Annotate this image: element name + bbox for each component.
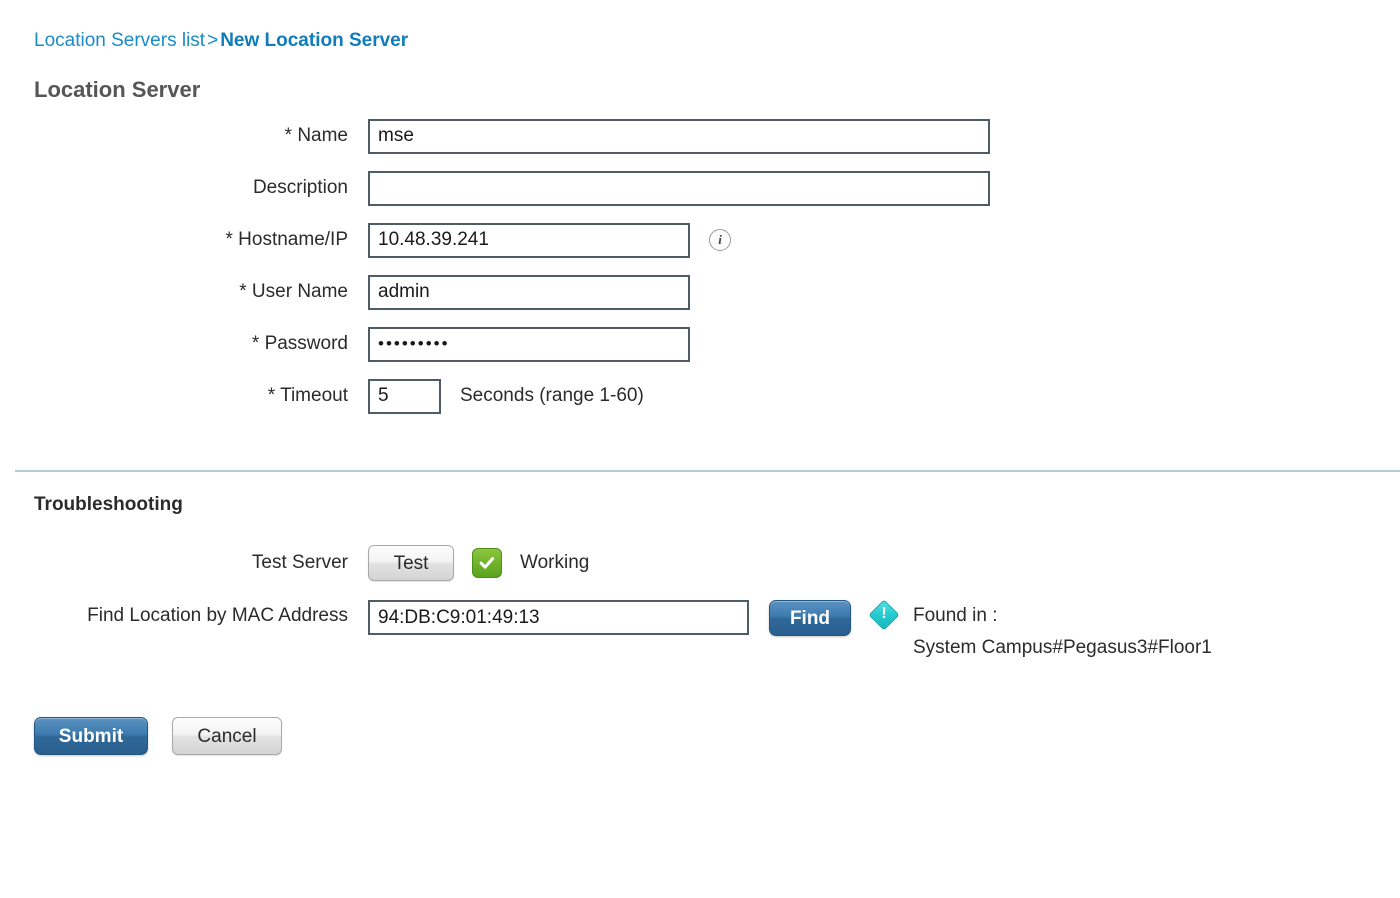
form-row-timeout: * Timeout Seconds (range 1-60) [0, 370, 1400, 422]
troubleshooting-title: Troubleshooting [34, 494, 183, 515]
find-location-result-line-2: System Campus#Pegasus3#Floor1 [913, 637, 1212, 658]
form-row-name: * Name [0, 110, 1400, 162]
form-row-user-name: * User Name [0, 266, 1400, 318]
password-input[interactable] [368, 326, 690, 362]
label-password: * Password [251, 333, 348, 354]
hostname-ip-input[interactable] [368, 222, 690, 258]
form-row-description: Description [0, 162, 1400, 214]
location-server-form: * Name Description * Hostname/IP i * Use… [0, 110, 1400, 422]
label-test-server: Test Server [251, 552, 348, 573]
location-server-page: Location Servers list > New Location Serve… [0, 0, 1400, 898]
form-row-password: * Password [0, 318, 1400, 370]
find-location-row: Find Location by MAC Address Find ! Foun… [0, 599, 1400, 664]
name-input[interactable] [368, 118, 990, 154]
section-divider [15, 470, 1400, 472]
breadcrumb-separator: > [207, 30, 219, 51]
breadcrumb-link-location-servers-list[interactable]: Location Servers list [34, 30, 205, 51]
find-location-result-line-1: Found in : [913, 605, 998, 626]
timeout-range-hint: Seconds (range 1-60) [460, 385, 644, 406]
label-timeout: * Timeout [267, 385, 348, 406]
test-button[interactable]: Test [368, 545, 454, 581]
info-icon[interactable]: i [709, 229, 731, 251]
user-name-input[interactable] [368, 274, 690, 310]
label-find-location-by-mac: Find Location by MAC Address [87, 605, 348, 626]
breadcrumb: Location Servers list > New Location Serve… [34, 29, 408, 53]
submit-button[interactable]: Submit [34, 717, 148, 755]
test-server-status-text: Working [520, 552, 590, 573]
form-row-hostname-ip: * Hostname/IP i [0, 214, 1400, 266]
label-name: * Name [284, 125, 348, 146]
cyan-info-diamond-icon: ! [868, 599, 900, 631]
find-button[interactable]: Find [769, 600, 851, 636]
label-hostname-ip: * Hostname/IP [225, 229, 349, 250]
find-location-result: Found in : System Campus#Pegasus3#Floor1 [913, 600, 1212, 664]
label-description: Description [252, 177, 348, 198]
timeout-input[interactable] [368, 378, 441, 414]
description-input[interactable] [368, 170, 990, 206]
breadcrumb-current-new-location-server: New Location Server [220, 30, 409, 51]
page-title: Location Server [34, 76, 201, 102]
label-user-name: * User Name [239, 281, 348, 302]
form-actions: Submit Cancel [34, 717, 282, 755]
test-server-row: Test Server Test Working [0, 538, 1400, 588]
mac-address-input[interactable] [368, 600, 749, 635]
green-check-icon [472, 548, 502, 578]
cancel-button[interactable]: Cancel [172, 717, 282, 755]
